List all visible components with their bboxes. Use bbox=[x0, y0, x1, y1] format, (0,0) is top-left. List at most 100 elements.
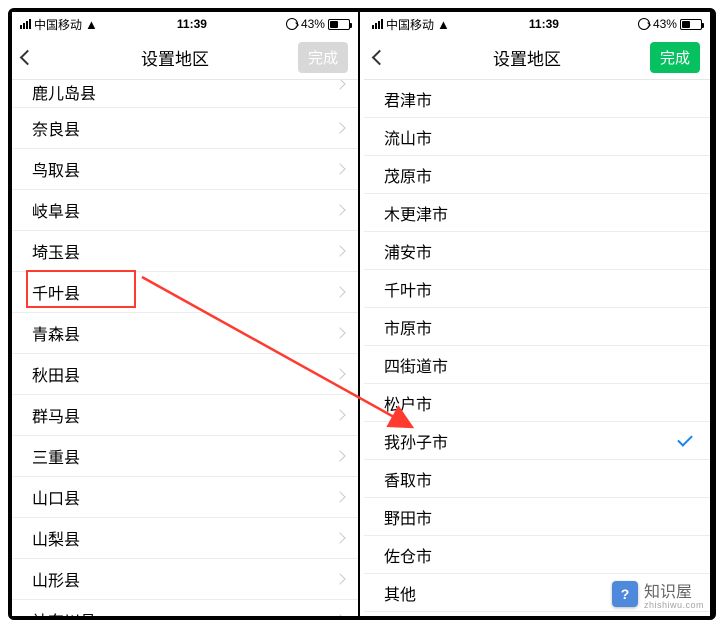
list-item-label: 青森县 bbox=[32, 321, 80, 345]
phone-right: 中国移动 ▲︎ 11:39 43% 设置地区 完成 君津市流山市茂原市木更津市浦… bbox=[364, 12, 712, 616]
back-button[interactable] bbox=[374, 52, 404, 63]
list-item-label: 木更津市 bbox=[384, 201, 448, 225]
battery-percent: 43% bbox=[301, 17, 325, 31]
list-item-label: 香取市 bbox=[384, 467, 432, 491]
list-item-label: 我孙子市 bbox=[384, 429, 448, 453]
nav-bar: 设置地区 完成 bbox=[12, 36, 358, 80]
region-list[interactable]: 鹿儿岛县奈良县鸟取县岐阜县埼玉县千叶县青森县秋田县群马县三重县山口县山梨县山形县… bbox=[12, 80, 358, 616]
list-item-label: 流山市 bbox=[384, 125, 432, 149]
battery-icon bbox=[328, 19, 350, 30]
clock: 11:39 bbox=[177, 17, 207, 31]
list-item[interactable]: 山口县 bbox=[12, 477, 358, 518]
done-button[interactable]: 完成 bbox=[298, 42, 348, 73]
chevron-right-icon bbox=[334, 204, 345, 215]
carrier-label: 中国移动 bbox=[386, 16, 434, 33]
chevron-right-icon bbox=[334, 286, 345, 297]
list-item[interactable]: 鹿儿岛县 bbox=[12, 80, 358, 108]
wifi-icon: ▲︎ bbox=[437, 17, 450, 32]
list-item-label: 千叶市 bbox=[384, 277, 432, 301]
list-item-label: 鹿儿岛县 bbox=[32, 80, 96, 104]
list-item-label: 山梨县 bbox=[32, 526, 80, 550]
carrier-label: 中国移动 bbox=[34, 16, 82, 33]
list-item-label: 其他 bbox=[384, 581, 416, 605]
list-item[interactable]: 松户市 bbox=[364, 384, 710, 422]
battery-icon bbox=[680, 19, 702, 30]
list-item[interactable]: 青森县 bbox=[12, 313, 358, 354]
list-item-label: 浦安市 bbox=[384, 239, 432, 263]
signal-icon bbox=[372, 19, 383, 29]
list-item-label: 君津市 bbox=[384, 87, 432, 111]
list-item[interactable]: 茂原市 bbox=[364, 156, 710, 194]
battery-percent: 43% bbox=[653, 17, 677, 31]
list-item-label: 鸟取县 bbox=[32, 157, 80, 181]
list-item[interactable]: 浦安市 bbox=[364, 232, 710, 270]
chevron-right-icon bbox=[334, 245, 345, 256]
chevron-right-icon bbox=[334, 573, 345, 584]
watermark-url: zhishiwu.com bbox=[644, 600, 704, 610]
list-item-label: 千叶县 bbox=[32, 280, 80, 304]
status-bar: 中国移动 ▲︎ 11:39 43% bbox=[364, 12, 710, 36]
chevron-right-icon bbox=[334, 450, 345, 461]
chevron-right-icon bbox=[334, 327, 345, 338]
list-item-label: 埼玉县 bbox=[32, 239, 80, 263]
list-item-label: 市原市 bbox=[384, 315, 432, 339]
list-item-label: 岐阜县 bbox=[32, 198, 80, 222]
list-item[interactable]: 野田市 bbox=[364, 498, 710, 536]
list-item[interactable]: 香取市 bbox=[364, 460, 710, 498]
sync-icon bbox=[286, 18, 298, 30]
chevron-right-icon bbox=[334, 532, 345, 543]
list-item-label: 秋田县 bbox=[32, 362, 80, 386]
list-item[interactable]: 鸟取县 bbox=[12, 149, 358, 190]
list-item[interactable]: 岐阜县 bbox=[12, 190, 358, 231]
list-item[interactable]: 奈良县 bbox=[12, 108, 358, 149]
signal-icon bbox=[20, 19, 31, 29]
sync-icon bbox=[638, 18, 650, 30]
list-item-label: 奈良县 bbox=[32, 116, 80, 140]
back-button[interactable] bbox=[22, 52, 52, 63]
list-item-label: 茂原市 bbox=[384, 163, 432, 187]
list-item-label: 山口县 bbox=[32, 485, 80, 509]
list-item[interactable]: 我孙子市 bbox=[364, 422, 710, 460]
check-icon bbox=[677, 431, 693, 447]
phone-left: 中国移动 ▲︎ 11:39 43% 设置地区 完成 鹿儿岛县奈良县鸟取县岐阜县埼… bbox=[12, 12, 360, 616]
list-item[interactable]: 千叶县 bbox=[12, 272, 358, 313]
status-bar: 中国移动 ▲︎ 11:39 43% bbox=[12, 12, 358, 36]
list-item[interactable]: 佐仓市 bbox=[364, 536, 710, 574]
list-item[interactable]: 秋田县 bbox=[12, 354, 358, 395]
chevron-right-icon bbox=[334, 368, 345, 379]
page-title: 设置地区 bbox=[493, 45, 561, 70]
list-item[interactable]: 流山市 bbox=[364, 118, 710, 156]
clock: 11:39 bbox=[529, 17, 559, 31]
list-item[interactable]: 山梨县 bbox=[12, 518, 358, 559]
list-item-label: 松户市 bbox=[384, 391, 432, 415]
wifi-icon: ▲︎ bbox=[85, 17, 98, 32]
list-item[interactable]: 木更津市 bbox=[364, 194, 710, 232]
list-item[interactable]: 埼玉县 bbox=[12, 231, 358, 272]
list-item[interactable]: 神奈川县 bbox=[12, 600, 358, 616]
list-item[interactable]: 山形县 bbox=[12, 559, 358, 600]
list-item-label: 三重县 bbox=[32, 444, 80, 468]
list-item-label: 野田市 bbox=[384, 505, 432, 529]
watermark-brand: 知识屋 bbox=[644, 584, 692, 601]
chevron-right-icon bbox=[334, 491, 345, 502]
list-item[interactable]: 三重县 bbox=[12, 436, 358, 477]
list-item-label: 山形县 bbox=[32, 567, 80, 591]
done-button[interactable]: 完成 bbox=[650, 42, 700, 73]
list-item-label: 佐仓市 bbox=[384, 543, 432, 567]
list-item[interactable]: 群马县 bbox=[12, 395, 358, 436]
city-list[interactable]: 君津市流山市茂原市木更津市浦安市千叶市市原市四街道市松户市我孙子市香取市野田市佐… bbox=[364, 80, 710, 616]
chevron-left-icon bbox=[20, 50, 36, 66]
list-item-label: 神奈川县 bbox=[32, 608, 96, 616]
watermark: ? 知识屋 zhishiwu.com bbox=[612, 578, 704, 610]
chevron-right-icon bbox=[334, 614, 345, 616]
list-item[interactable]: 市原市 bbox=[364, 308, 710, 346]
comparison-wrapper: 中国移动 ▲︎ 11:39 43% 设置地区 完成 鹿儿岛县奈良县鸟取县岐阜县埼… bbox=[8, 8, 716, 620]
chevron-right-icon bbox=[334, 80, 345, 90]
chevron-right-icon bbox=[334, 163, 345, 174]
list-item[interactable]: 千叶市 bbox=[364, 270, 710, 308]
watermark-logo-icon: ? bbox=[612, 581, 638, 607]
chevron-right-icon bbox=[334, 409, 345, 420]
chevron-right-icon bbox=[334, 122, 345, 133]
list-item[interactable]: 四街道市 bbox=[364, 346, 710, 384]
list-item[interactable]: 君津市 bbox=[364, 80, 710, 118]
